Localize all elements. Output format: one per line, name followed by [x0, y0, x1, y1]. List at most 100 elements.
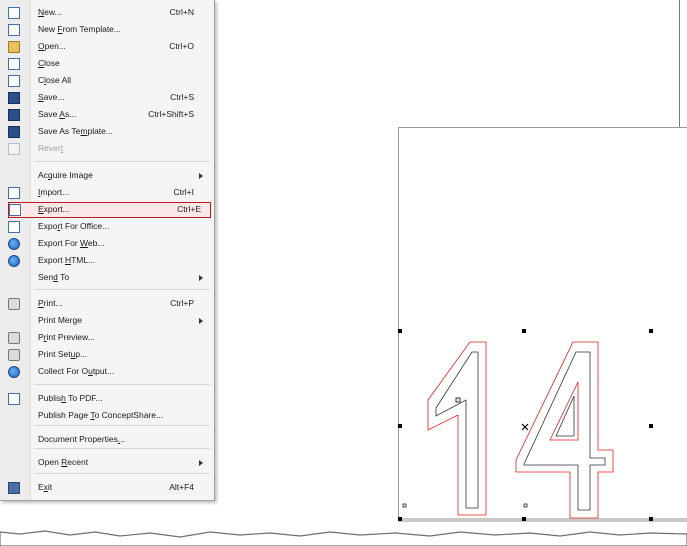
menu-item-label: Export...	[38, 204, 70, 214]
export-html-icon	[8, 255, 20, 267]
menu-item-shortcut: Ctrl+S	[170, 92, 194, 102]
menu-item-label: Print...	[38, 298, 63, 308]
menu-item-new-from-template[interactable]: New From Template...	[0, 22, 212, 38]
digit-four-counter-inner	[555, 395, 575, 437]
menu-item-label: Export For Office...	[38, 221, 110, 231]
menu-item-new[interactable]: New... Ctrl+N	[0, 5, 212, 21]
menu-item-close-all[interactable]: Close All	[0, 73, 212, 89]
menu-separator	[34, 384, 210, 385]
menu-item-label: Print Setup...	[38, 349, 88, 359]
menu-item-label: Close	[38, 58, 60, 68]
menu-item-shortcut: Ctrl+Shift+S	[148, 109, 194, 119]
menu-item-collect-for-output[interactable]: Collect For Output...	[0, 364, 212, 380]
menu-item-import[interactable]: Import... Ctrl+I	[0, 185, 212, 201]
menu-item-shortcut: Ctrl+O	[169, 41, 194, 51]
menu-item-shortcut: Ctrl+I	[173, 187, 194, 197]
menu-item-label: New From Template...	[38, 24, 121, 34]
menu-item-label: Export For Web...	[38, 238, 105, 248]
submenu-arrow-icon	[199, 318, 203, 324]
menu-item-label: Open...	[38, 41, 66, 51]
menu-item-close[interactable]: Close	[0, 56, 212, 72]
handle-mid-left	[398, 424, 402, 428]
menu-item-label: New...	[38, 7, 62, 17]
digit-four-shape	[523, 351, 606, 511]
menu-item-save-as-template[interactable]: Save As Template...	[0, 124, 212, 140]
menu-item-label: Exit	[38, 482, 53, 492]
menu-item-send-to[interactable]: Send To	[0, 270, 212, 286]
exit-icon	[8, 482, 20, 494]
submenu-arrow-icon	[199, 460, 203, 466]
new-from-template-icon	[8, 24, 20, 36]
menu-item-label: Publish To PDF...	[38, 393, 103, 403]
menu-item-publish-page-to-conceptshare[interactable]: Publish Page To ConceptShare...	[0, 408, 212, 424]
menu-item-open-recent[interactable]: Open Recent	[0, 455, 212, 471]
menu-item-label: Save...	[38, 92, 65, 102]
handle-bottom-right	[649, 517, 653, 521]
import-icon	[8, 187, 20, 199]
menu-item-print[interactable]: Print... Ctrl+P	[0, 296, 212, 312]
new-document-icon	[8, 7, 20, 19]
menu-item-shortcut: Ctrl+N	[169, 7, 194, 17]
close-all-icon	[8, 75, 20, 87]
menu-separator	[34, 425, 210, 426]
save-icon	[8, 92, 20, 104]
menu-item-export[interactable]: Export... Ctrl+E	[8, 202, 211, 218]
menu-item-export-for-web[interactable]: Export For Web...	[0, 236, 212, 252]
menu-item-label: Save As Template...	[38, 126, 113, 136]
menu-item-label: Print Preview...	[38, 332, 95, 342]
handle-bottom-left	[398, 517, 402, 521]
menu-separator	[34, 161, 210, 162]
menu-item-label: Import...	[38, 187, 70, 197]
menu-item-document-properties[interactable]: Document Properties...	[0, 432, 212, 448]
node-marker-b	[402, 503, 407, 508]
menu-item-publish-to-pdf[interactable]: Publish To PDF...	[0, 391, 212, 407]
menu-item-label: Document Properties...	[38, 434, 125, 444]
node-marker-a	[455, 397, 461, 403]
handle-top-mid	[522, 329, 526, 333]
handle-mid-right	[649, 424, 653, 428]
export-icon	[9, 204, 21, 216]
handle-top-right	[649, 329, 653, 333]
node-marker-c	[523, 503, 528, 508]
submenu-arrow-icon	[199, 275, 203, 281]
menu-item-label: Save As...	[38, 109, 77, 119]
menu-item-label: Collect For Output...	[38, 366, 115, 376]
menu-item-label: Send To	[38, 272, 70, 282]
menu-item-acquire-image[interactable]: Acquire Image	[0, 168, 212, 184]
menu-item-open[interactable]: Open... Ctrl+O	[0, 39, 212, 55]
menu-item-save[interactable]: Save... Ctrl+S	[0, 90, 212, 106]
file-menu: New... Ctrl+N New From Template... Open... C…	[0, 0, 215, 501]
menu-item-print-merge[interactable]: Print Merge	[0, 313, 212, 329]
save-as-template-icon	[8, 126, 20, 138]
export-for-web-icon	[8, 238, 20, 250]
collect-for-output-icon	[8, 366, 20, 378]
menu-item-export-html[interactable]: Export HTML...	[0, 253, 212, 269]
handle-top-left	[398, 329, 402, 333]
open-folder-icon	[8, 41, 20, 53]
print-icon	[8, 298, 20, 310]
menu-item-revert: Revert	[0, 141, 212, 157]
menu-item-label: Close All	[38, 75, 72, 85]
menu-separator	[34, 448, 210, 449]
menu-item-save-as[interactable]: Save As... Ctrl+Shift+S	[0, 107, 212, 123]
revert-icon	[8, 143, 20, 155]
menu-item-label: Revert	[38, 143, 64, 153]
menu-item-print-preview[interactable]: Print Preview...	[0, 330, 212, 346]
print-setup-icon	[8, 349, 20, 361]
menu-item-print-setup[interactable]: Print Setup...	[0, 347, 212, 363]
close-document-icon	[8, 58, 20, 70]
handle-bottom-mid	[522, 517, 526, 521]
menu-item-exit[interactable]: Exit Alt+F4	[0, 480, 212, 496]
canvas-border-line	[679, 0, 680, 127]
artwork-14[interactable]	[398, 320, 687, 530]
torn-edge	[0, 530, 687, 546]
export-for-office-icon	[8, 221, 20, 233]
digit-four-outline	[515, 341, 614, 519]
digit-one-outline	[427, 341, 487, 516]
menu-item-label: Export HTML...	[38, 255, 96, 265]
save-as-icon	[8, 109, 20, 121]
menu-item-export-for-office[interactable]: Export For Office...	[0, 219, 212, 235]
menu-item-shortcut: Alt+F4	[169, 482, 194, 492]
print-preview-icon	[8, 332, 20, 344]
menu-item-shortcut: Ctrl+P	[170, 298, 194, 308]
